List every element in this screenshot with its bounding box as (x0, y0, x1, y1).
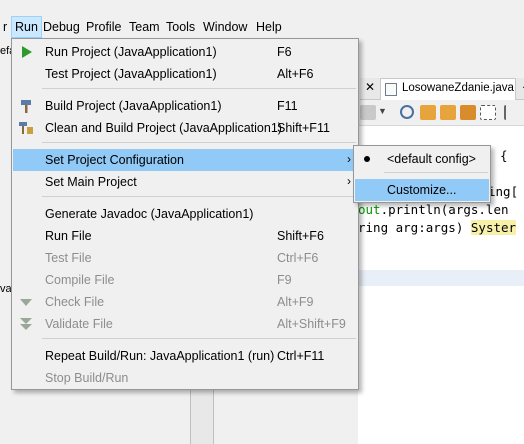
menu-item-clean-build-project[interactable]: Clean and Build Project (JavaApplication… (13, 117, 357, 139)
clean-build-icon (19, 122, 33, 134)
menu-debug[interactable]: Debug (40, 16, 83, 38)
menu-window[interactable]: Window (200, 16, 250, 38)
radio-selected-icon (364, 156, 370, 162)
menu-item-generate-javadoc[interactable]: Generate Javadoc (JavaApplication1) (13, 203, 357, 225)
menu-help[interactable]: Help (253, 16, 285, 38)
partial-project-text: va (0, 283, 12, 295)
java-file-icon (385, 83, 397, 96)
menu-item-stop-build-run: Stop Build/Run (45, 371, 129, 385)
editor-file-tab[interactable]: LosowaneZdanie.java (380, 78, 516, 100)
menu-item-test-project[interactable]: Test Project (JavaApplication1) Alt+F6 (13, 63, 357, 85)
menu-team[interactable]: Team (126, 16, 163, 38)
validate-file-icon (20, 318, 32, 330)
editor-splitter[interactable] (190, 388, 214, 444)
menu-item-run-file[interactable]: Run File Shift+F6 (13, 225, 357, 247)
menu-item-build-project[interactable]: Build Project (JavaApplication1) F11 (13, 95, 357, 117)
submenu-arrow-icon: › (347, 174, 351, 188)
close-tab-icon[interactable]: ✕ (365, 80, 375, 94)
toggle-rect-select-icon[interactable] (480, 105, 496, 120)
menu-item-compile-file: Compile File F9 (45, 273, 292, 287)
menu-separator (42, 88, 356, 89)
menu-item-check-file: Check File Alt+F9 (13, 291, 357, 313)
menu-item-run-project[interactable]: Run Project (JavaApplication1) F6 (13, 41, 357, 63)
menu-separator (42, 142, 356, 143)
code-line-1: { (500, 148, 508, 163)
file-tab-label: LosowaneZdanie.java (402, 82, 514, 94)
menu-profile[interactable]: Profile (83, 16, 124, 38)
build-hammer-icon (21, 100, 31, 113)
dropdown-icon[interactable]: ▼ (378, 106, 387, 121)
editor-toolbar: ▼ (358, 100, 524, 126)
menu-separator (384, 172, 488, 173)
run-menu: Run Project (JavaApplication1) F6 Test P… (11, 38, 359, 390)
project-configuration-submenu: <default config> Customize... (353, 145, 491, 203)
last-edit-icon[interactable] (360, 105, 376, 120)
code-line-2: ing[ (488, 184, 519, 199)
find-selection-icon[interactable] (400, 105, 414, 119)
menu-item-test-file: Test File Ctrl+F6 (45, 251, 319, 265)
menu-tools[interactable]: Tools (163, 16, 198, 38)
submenu-item-default-config[interactable]: <default config> (355, 148, 489, 170)
menu-item-set-project-configuration[interactable]: Set Project Configuration › (13, 149, 357, 171)
code-line-3: out.println(args.len (358, 202, 509, 217)
find-previous-icon[interactable] (420, 105, 436, 120)
menu-item-set-main-project[interactable]: Set Main Project › (13, 171, 357, 193)
code-line-4: ring arg:args) Syster (358, 220, 517, 235)
menu-run[interactable]: Run (11, 16, 42, 38)
submenu-arrow-icon: › (347, 152, 351, 166)
find-next-icon[interactable] (440, 105, 456, 120)
menu-item-repeat-build-run[interactable]: Repeat Build/Run: JavaApplication1 (run)… (13, 345, 357, 367)
menu-separator (42, 196, 356, 197)
menu-item-validate-file: Validate File Alt+Shift+F9 (13, 313, 357, 335)
current-line-highlight (358, 270, 524, 286)
menu-tools-partial[interactable]: r (0, 16, 10, 38)
toggle-highlight-icon[interactable] (460, 105, 476, 120)
shift-left-icon[interactable] (504, 105, 516, 120)
check-file-icon (20, 299, 32, 306)
run-project-icon (22, 46, 32, 58)
submenu-item-customize[interactable]: Customize... (355, 179, 489, 201)
menubar: r Run Debug Profile Team Tools Window He… (0, 16, 524, 38)
menu-separator (42, 338, 356, 339)
